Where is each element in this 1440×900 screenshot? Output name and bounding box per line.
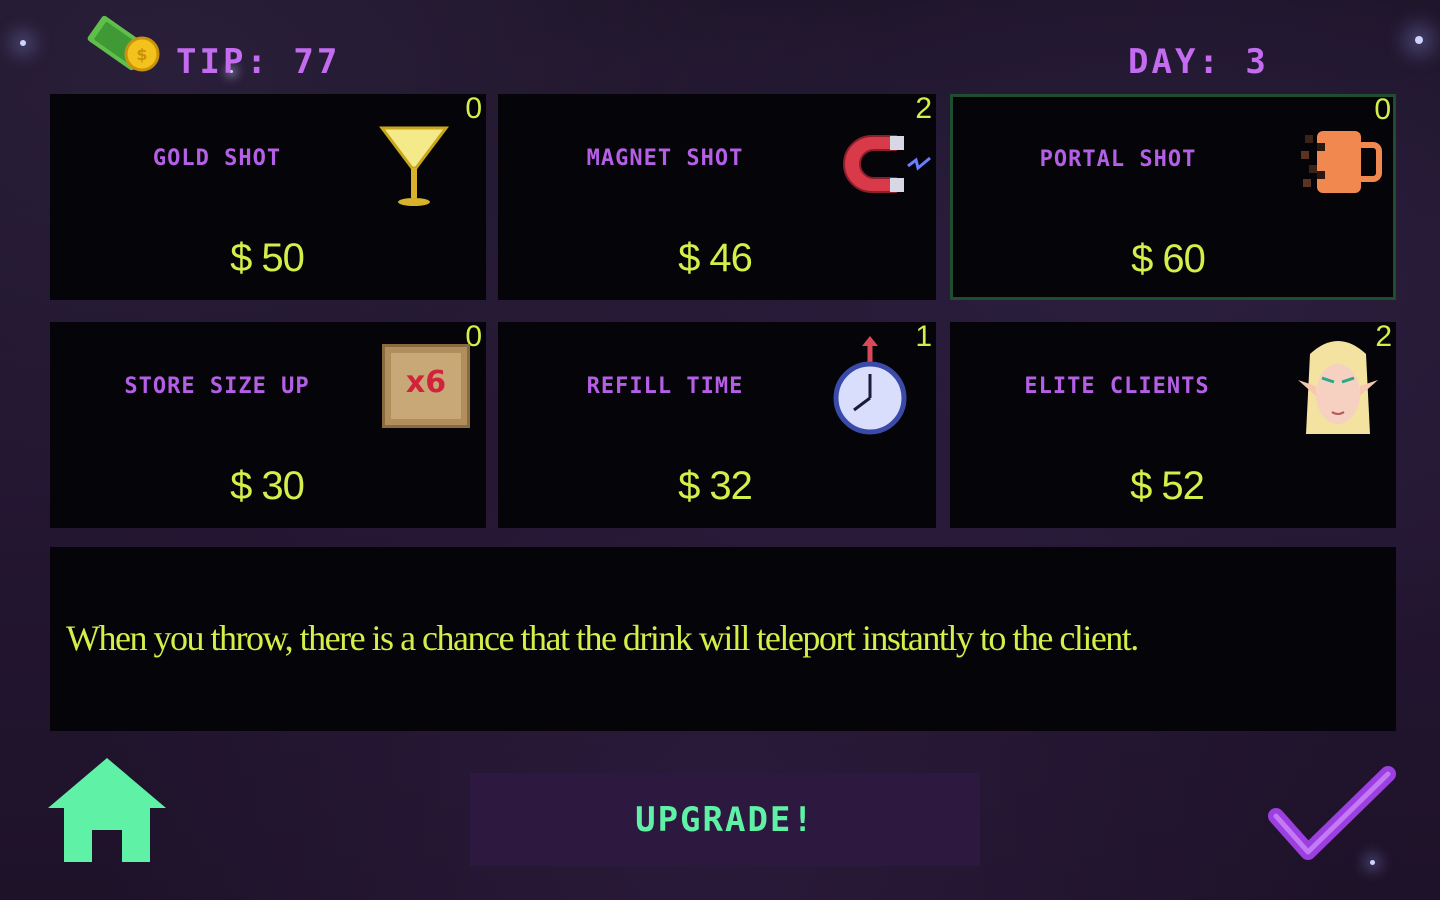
upgrade-card-gold-shot[interactable]: GOLD SHOT $ 50 0 [50, 92, 486, 300]
elf-face-icon [1298, 341, 1378, 434]
upgrade-title: ELITE CLIENTS [1024, 374, 1210, 399]
day-label: DAY: [1128, 42, 1222, 82]
upgrade-level-count: 0 [465, 92, 482, 125]
crate-label: x6 [405, 365, 447, 400]
svg-text:$: $ [136, 45, 147, 64]
tip-counter: TIP: 77 [176, 42, 340, 82]
upgrade-title: MAGNET SHOT [586, 146, 744, 171]
magnet-icon [843, 135, 931, 193]
upgrade-title: REFILL TIME [586, 374, 744, 399]
star-decoration [20, 40, 26, 46]
cash-with-coin-icon: $ [87, 15, 160, 72]
tip-value: 77 [293, 42, 341, 82]
upgrade-card-store-size-up[interactable]: STORE SIZE UP $ 30 0 x6 [50, 320, 486, 528]
home-icon[interactable] [46, 756, 168, 864]
upgrade-shop-screen: { "hud": { "tip_label": "TIP:", "tip_val… [0, 0, 1440, 900]
day-value: 3 [1245, 42, 1269, 82]
star-decoration [1415, 36, 1423, 44]
upgrade-price: $ 30 [230, 464, 305, 508]
upgrade-price: $ 52 [1130, 464, 1205, 508]
upgrade-price: $ 50 [230, 236, 305, 280]
upgrade-card-magnet-shot[interactable]: MAGNET SHOT $ 46 2 [498, 92, 936, 300]
upgrade-card-elite-clients[interactable]: ELITE CLIENTS $ 52 2 [950, 320, 1396, 528]
wooden-crate-icon: x6 [382, 344, 470, 428]
tip-label: TIP: [176, 42, 270, 82]
upgrade-card-refill-time[interactable]: REFILL TIME $ 32 1 [498, 320, 936, 528]
upgrade-title: STORE SIZE UP [124, 374, 310, 399]
day-counter: DAY: 3 [1128, 42, 1269, 82]
upgrade-description-text: When you throw, there is a chance that t… [66, 618, 1139, 658]
cocktail-glass-icon [379, 126, 449, 206]
upgrade-button[interactable]: UPGRADE! [470, 773, 980, 866]
upgrade-card-portal-shot[interactable]: PORTAL SHOT $ 60 0 [950, 93, 1396, 300]
upgrade-price: $ 60 [1131, 237, 1206, 281]
stopwatch-icon [833, 336, 907, 435]
upgrade-title: PORTAL SHOT [1039, 147, 1197, 172]
upgrade-description-panel: When you throw, there is a chance that t… [50, 547, 1396, 731]
upgrade-price: $ 32 [678, 464, 753, 508]
upgrade-title: GOLD SHOT [152, 146, 282, 171]
checkmark-icon[interactable] [1268, 762, 1396, 866]
upgrade-price: $ 46 [678, 236, 753, 280]
dissolving-mug-icon [1301, 131, 1382, 193]
